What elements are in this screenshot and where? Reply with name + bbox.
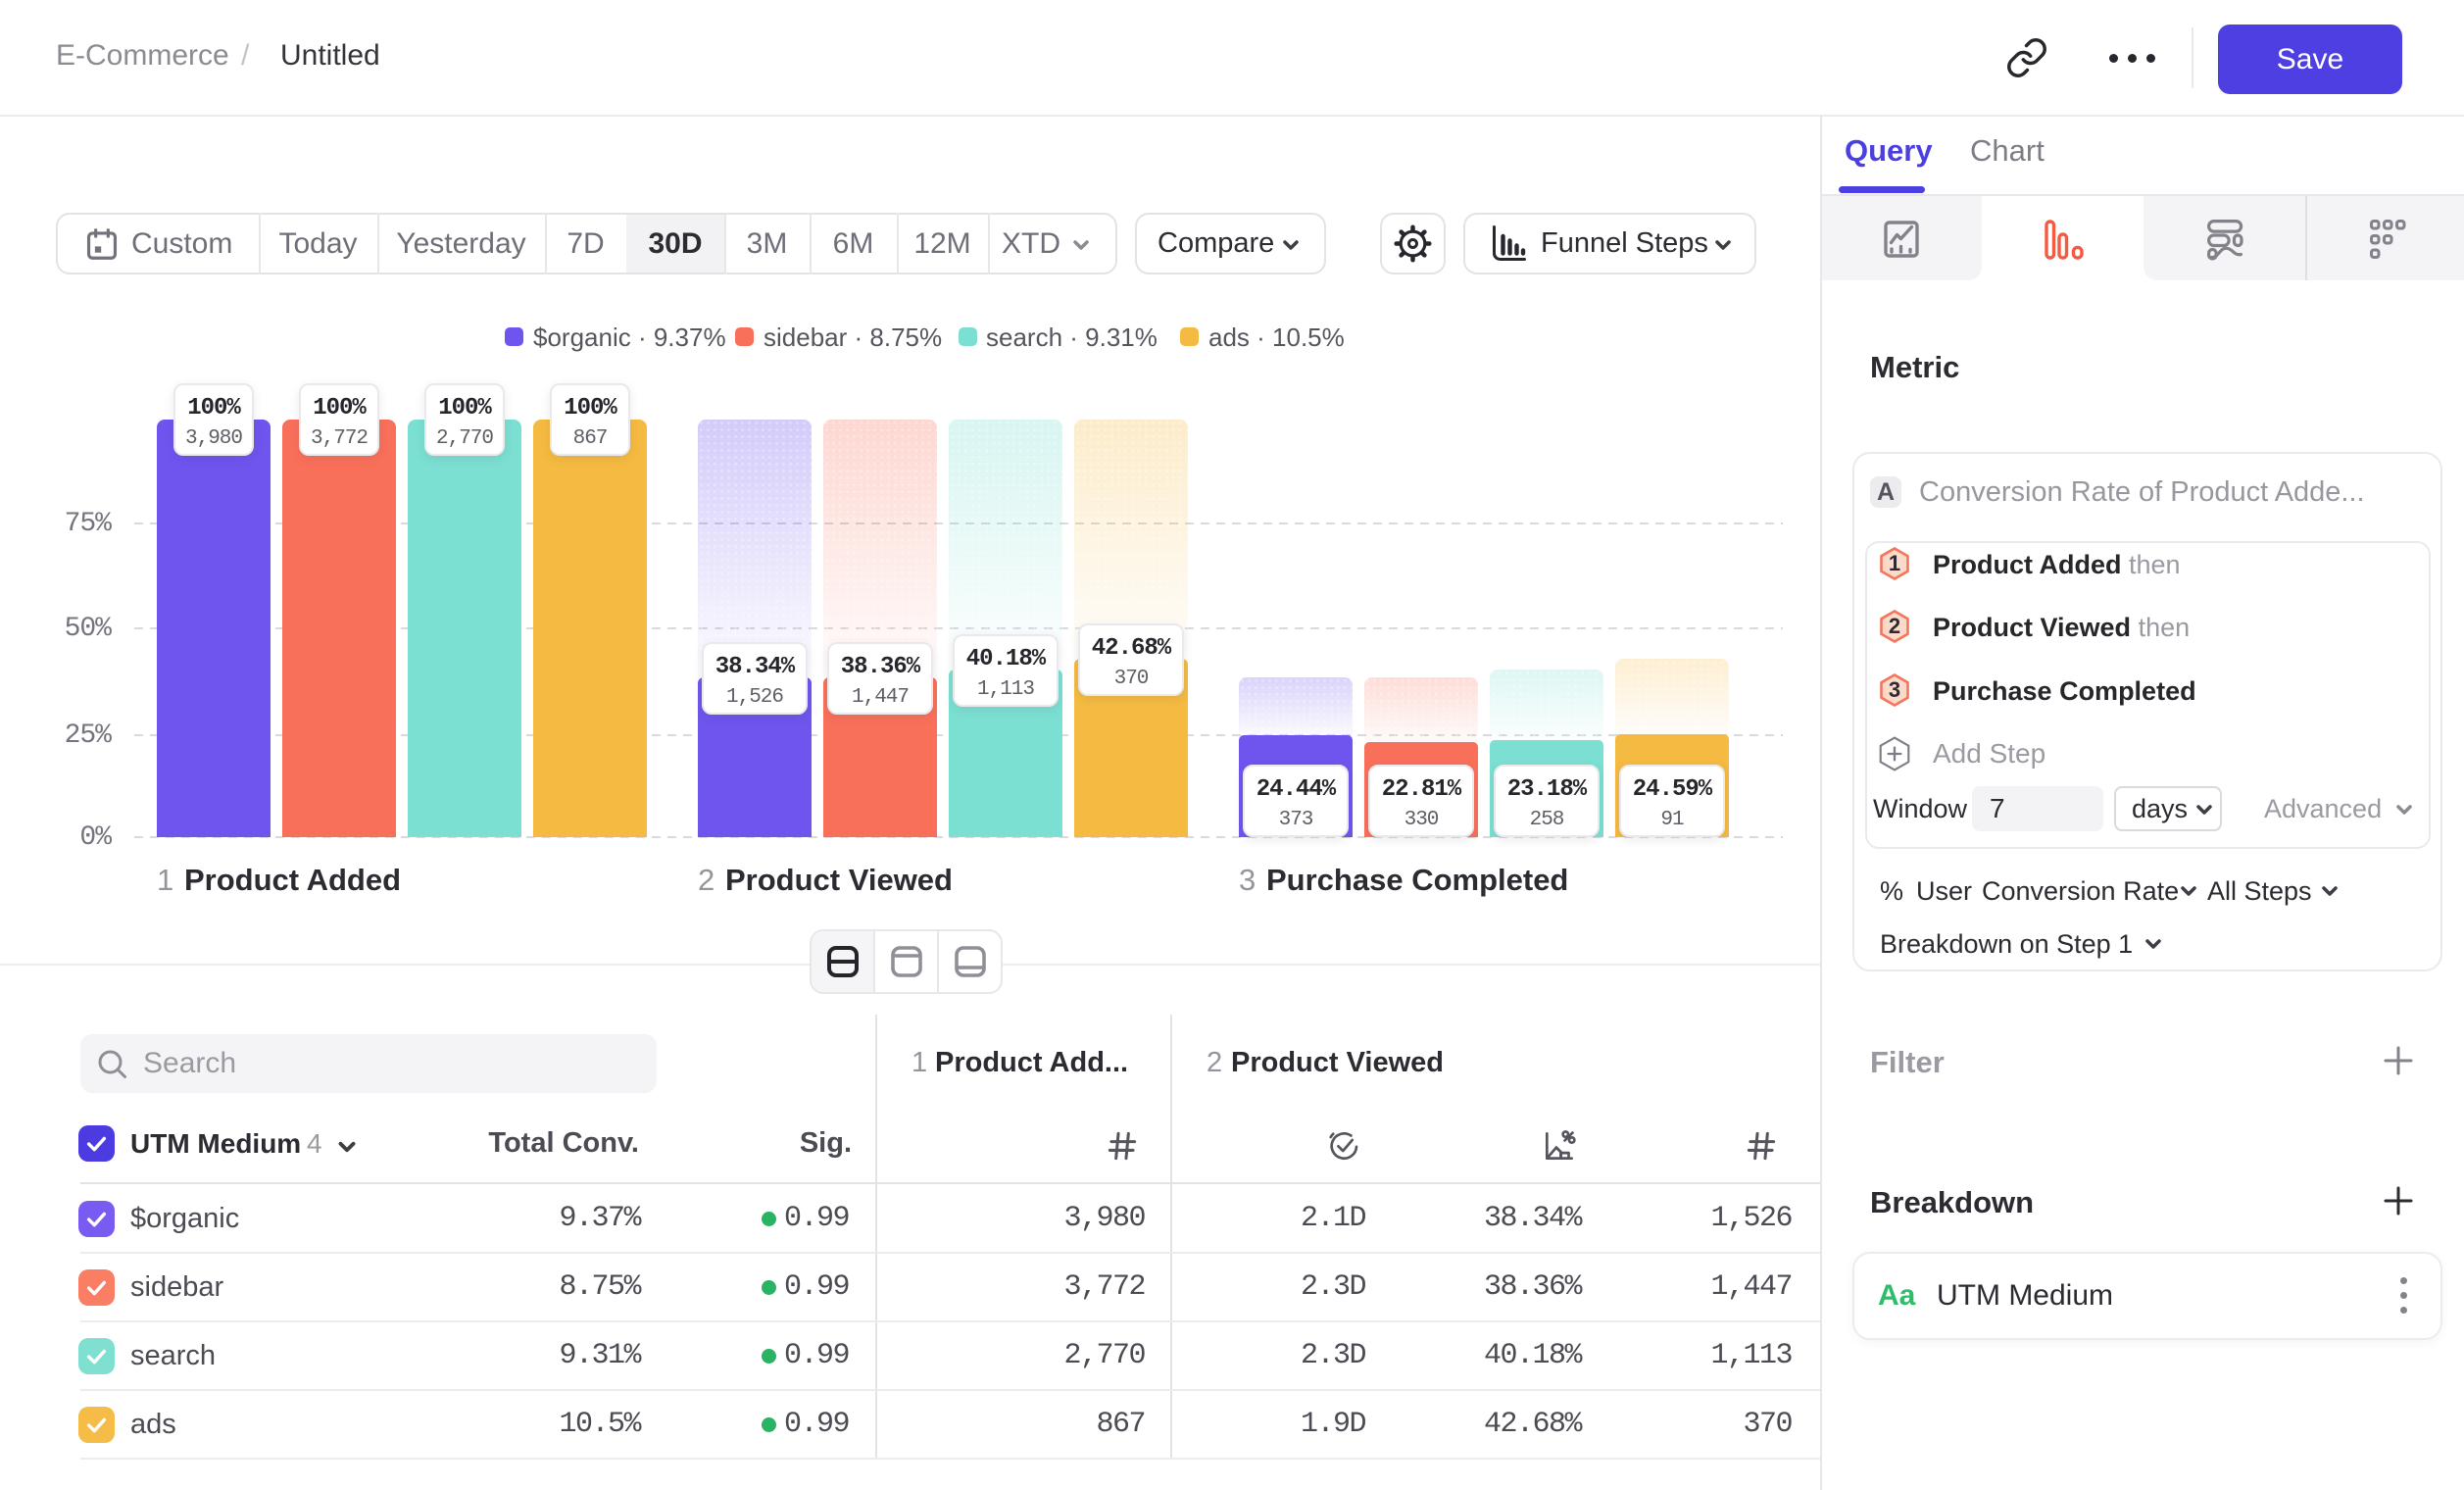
svg-text:2: 2 (1889, 614, 1900, 638)
svg-text:3: 3 (1889, 677, 1900, 702)
svg-text:1: 1 (1889, 551, 1900, 575)
